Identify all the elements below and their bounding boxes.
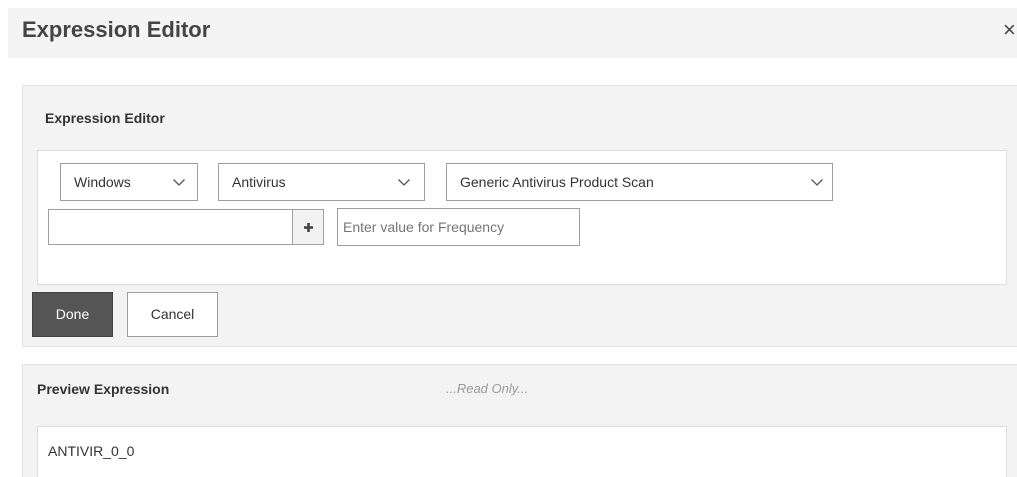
add-button[interactable] (293, 209, 324, 245)
preview-panel: Preview Expression ...Read Only... ANTIV… (22, 364, 1017, 477)
preview-expression-text: ANTIVIR_0_0 (48, 443, 135, 459)
expression-editor-panel: Expression Editor Windows Antivirus Gene… (22, 85, 1017, 347)
platform-select[interactable]: Windows (60, 163, 198, 201)
preview-expression-box: ANTIVIR_0_0 (37, 426, 1007, 477)
cancel-button[interactable]: Cancel (127, 292, 218, 337)
category-select-value: Antivirus (232, 174, 286, 190)
read-only-note: ...Read Only... (446, 381, 529, 396)
value-input[interactable] (48, 209, 293, 245)
expression-editor-dialog: Expression Editor × Expression Editor Wi… (0, 0, 1017, 477)
editor-section-label: Expression Editor (45, 110, 165, 126)
category-select[interactable]: Antivirus (218, 163, 425, 201)
expression-builder-box: Windows Antivirus Generic Antivirus Prod… (37, 150, 1007, 285)
plus-icon (304, 223, 313, 232)
chevron-down-icon (398, 179, 410, 186)
close-icon[interactable]: × (1003, 14, 1017, 46)
scan-type-select[interactable]: Generic Antivirus Product Scan (446, 163, 833, 201)
platform-select-value: Windows (74, 174, 131, 190)
done-button[interactable]: Done (32, 292, 113, 337)
frequency-input[interactable] (337, 208, 580, 246)
dialog-header: Expression Editor × (8, 8, 1017, 58)
dialog-title: Expression Editor (22, 17, 211, 42)
chevron-down-icon (811, 179, 823, 186)
preview-section-label: Preview Expression (37, 381, 170, 397)
chevron-down-icon (173, 179, 185, 186)
scan-type-select-value: Generic Antivirus Product Scan (460, 174, 654, 190)
